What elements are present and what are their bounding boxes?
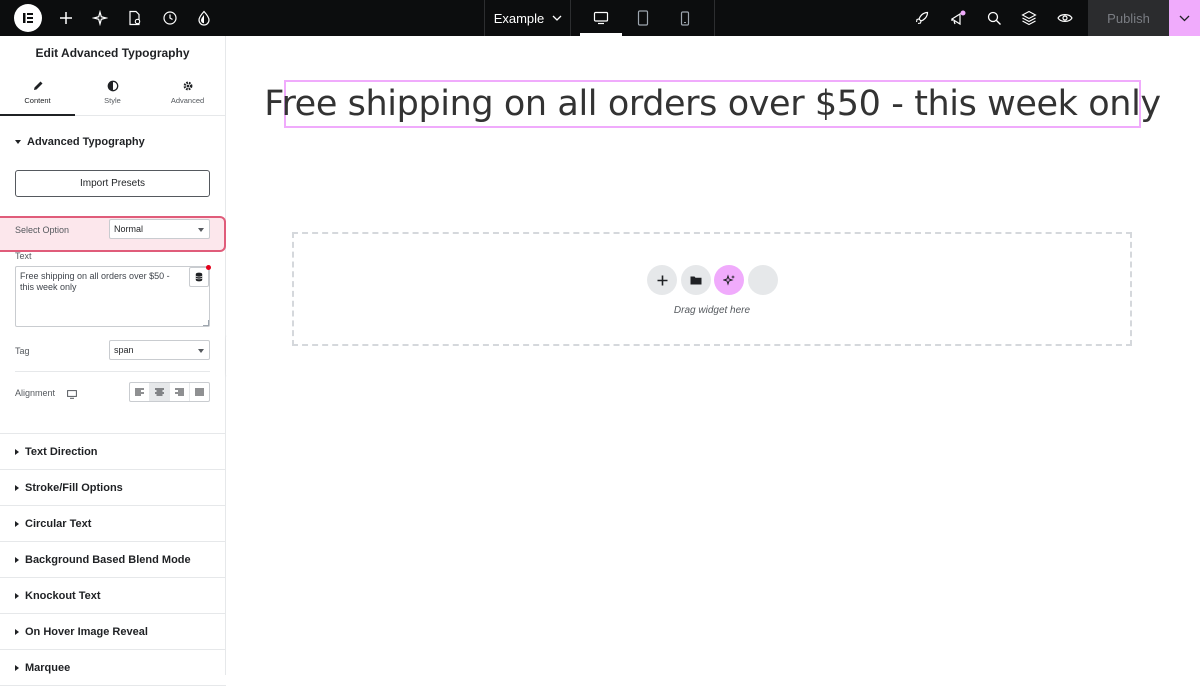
text-field-label: Text bbox=[15, 251, 32, 261]
top-bar: Example Publish bbox=[0, 0, 1200, 36]
section-title: Stroke/Fill Options bbox=[25, 481, 123, 494]
text-field[interactable]: Free shipping on all orders over $50 - t… bbox=[15, 266, 210, 327]
section-background-blend-mode[interactable]: Background Based Blend Mode bbox=[0, 542, 226, 578]
section-text-direction[interactable]: Text Direction bbox=[0, 434, 226, 470]
chevron-down-icon bbox=[552, 15, 562, 21]
align-right-icon bbox=[175, 388, 184, 396]
resize-handle[interactable] bbox=[203, 320, 209, 326]
align-right-button[interactable] bbox=[170, 383, 190, 401]
collapsed-sections: Text Direction Stroke/Fill Options Circu… bbox=[0, 433, 226, 686]
section-advanced-typography[interactable]: Advanced Typography bbox=[0, 125, 225, 159]
database-icon bbox=[195, 272, 203, 282]
site-selector[interactable]: Example bbox=[486, 0, 570, 36]
heading-widget[interactable]: Free shipping on all orders over $50 - t… bbox=[264, 80, 1161, 128]
divider bbox=[484, 0, 485, 36]
extra-widget-button[interactable] bbox=[748, 265, 778, 295]
add-section-button[interactable] bbox=[647, 265, 677, 295]
publish-options-button[interactable] bbox=[1169, 0, 1200, 36]
select-option-dropdown[interactable]: Normal bbox=[109, 219, 210, 239]
divider bbox=[15, 371, 210, 372]
sparkle-icon bbox=[722, 273, 735, 286]
site-name: Example bbox=[493, 10, 545, 26]
section-title: Text Direction bbox=[25, 445, 98, 458]
history-icon[interactable] bbox=[158, 6, 182, 30]
editor-canvas bbox=[227, 36, 1200, 675]
dropdown-arrow-icon bbox=[198, 228, 204, 232]
half-circle-icon bbox=[107, 80, 118, 92]
section-title: Circular Text bbox=[25, 517, 92, 530]
plus-icon bbox=[657, 275, 667, 285]
alignment-label: Alignment bbox=[15, 388, 56, 398]
caret-down-icon bbox=[15, 140, 21, 144]
tag-dropdown[interactable]: span bbox=[109, 340, 210, 360]
align-justify-button[interactable] bbox=[190, 383, 209, 401]
search-icon[interactable] bbox=[982, 6, 1006, 30]
notifications-icon[interactable] bbox=[946, 6, 970, 30]
section-title: Marquee bbox=[25, 661, 71, 674]
tag-label: Tag bbox=[15, 346, 30, 356]
section-knockout-text[interactable]: Knockout Text bbox=[0, 578, 226, 614]
mobile-icon[interactable] bbox=[673, 6, 697, 30]
section-stroke-fill-options[interactable]: Stroke/Fill Options bbox=[0, 470, 226, 506]
folder-icon bbox=[690, 276, 702, 285]
drop-zone[interactable]: Drag widget here bbox=[292, 232, 1132, 346]
caret-right-icon bbox=[15, 628, 19, 635]
align-center-button[interactable] bbox=[150, 383, 170, 401]
caret-right-icon bbox=[15, 592, 19, 599]
section-title: Knockout Text bbox=[25, 589, 101, 602]
responsive-desktop-icon[interactable] bbox=[67, 386, 77, 404]
divider bbox=[570, 0, 571, 36]
section-marquee[interactable]: Marquee bbox=[0, 650, 226, 686]
plus-icon[interactable] bbox=[54, 6, 78, 30]
divider bbox=[714, 0, 715, 36]
theme-style-icon[interactable] bbox=[192, 6, 216, 30]
rocket-icon[interactable] bbox=[910, 6, 934, 30]
align-left-button[interactable] bbox=[130, 383, 150, 401]
select-option-value: Normal bbox=[114, 224, 144, 234]
section-on-hover-image-reveal[interactable]: On Hover Image Reveal bbox=[0, 614, 226, 650]
drop-zone-text: Drag widget here bbox=[673, 305, 751, 316]
panel-tabs: Content Style Advanced bbox=[0, 70, 225, 116]
dropdown-arrow-icon bbox=[198, 349, 204, 353]
add-template-button[interactable] bbox=[681, 265, 711, 295]
tab-label: Content bbox=[24, 96, 51, 105]
select-option-label: Select Option bbox=[15, 225, 70, 235]
caret-right-icon bbox=[15, 664, 19, 671]
elementor-logo-icon[interactable] bbox=[14, 4, 42, 32]
sparkle-icon[interactable] bbox=[88, 6, 112, 30]
page-settings-icon[interactable] bbox=[123, 6, 147, 30]
align-center-icon bbox=[155, 388, 164, 396]
layers-icon[interactable] bbox=[1017, 6, 1041, 30]
caret-right-icon bbox=[15, 520, 19, 527]
tablet-icon[interactable] bbox=[631, 6, 655, 30]
dynamic-tags-button[interactable] bbox=[189, 267, 209, 287]
caret-right-icon bbox=[15, 484, 19, 491]
tab-content[interactable]: Content bbox=[0, 70, 75, 116]
caret-right-icon bbox=[15, 448, 19, 455]
panel-title: Edit Advanced Typography bbox=[35, 46, 190, 60]
publish-button[interactable]: Publish bbox=[1088, 0, 1169, 36]
caret-right-icon bbox=[15, 556, 19, 563]
tab-style[interactable]: Style bbox=[75, 70, 150, 115]
changed-indicator bbox=[206, 265, 211, 270]
chevron-down-icon bbox=[1179, 15, 1190, 21]
import-presets-button[interactable]: Import Presets bbox=[15, 170, 210, 197]
ai-generate-button[interactable] bbox=[714, 265, 744, 295]
tab-label: Advanced bbox=[170, 96, 205, 105]
alignment-control bbox=[129, 382, 210, 402]
desktop-icon[interactable] bbox=[589, 6, 613, 30]
tab-label: Style bbox=[104, 96, 121, 105]
tag-value: span bbox=[114, 345, 134, 355]
align-left-icon bbox=[135, 388, 144, 396]
preview-eye-icon[interactable] bbox=[1053, 6, 1077, 30]
heading-text: Free shipping on all orders over $50 - t… bbox=[264, 84, 1161, 124]
tab-advanced[interactable]: Advanced bbox=[150, 70, 225, 115]
gear-icon bbox=[183, 81, 192, 91]
section-title: Advanced Typography bbox=[27, 136, 145, 148]
section-title: Background Based Blend Mode bbox=[25, 553, 191, 566]
pencil-icon bbox=[33, 81, 42, 90]
section-title: On Hover Image Reveal bbox=[25, 625, 148, 638]
align-justify-icon bbox=[195, 388, 204, 396]
section-circular-text[interactable]: Circular Text bbox=[0, 506, 226, 542]
